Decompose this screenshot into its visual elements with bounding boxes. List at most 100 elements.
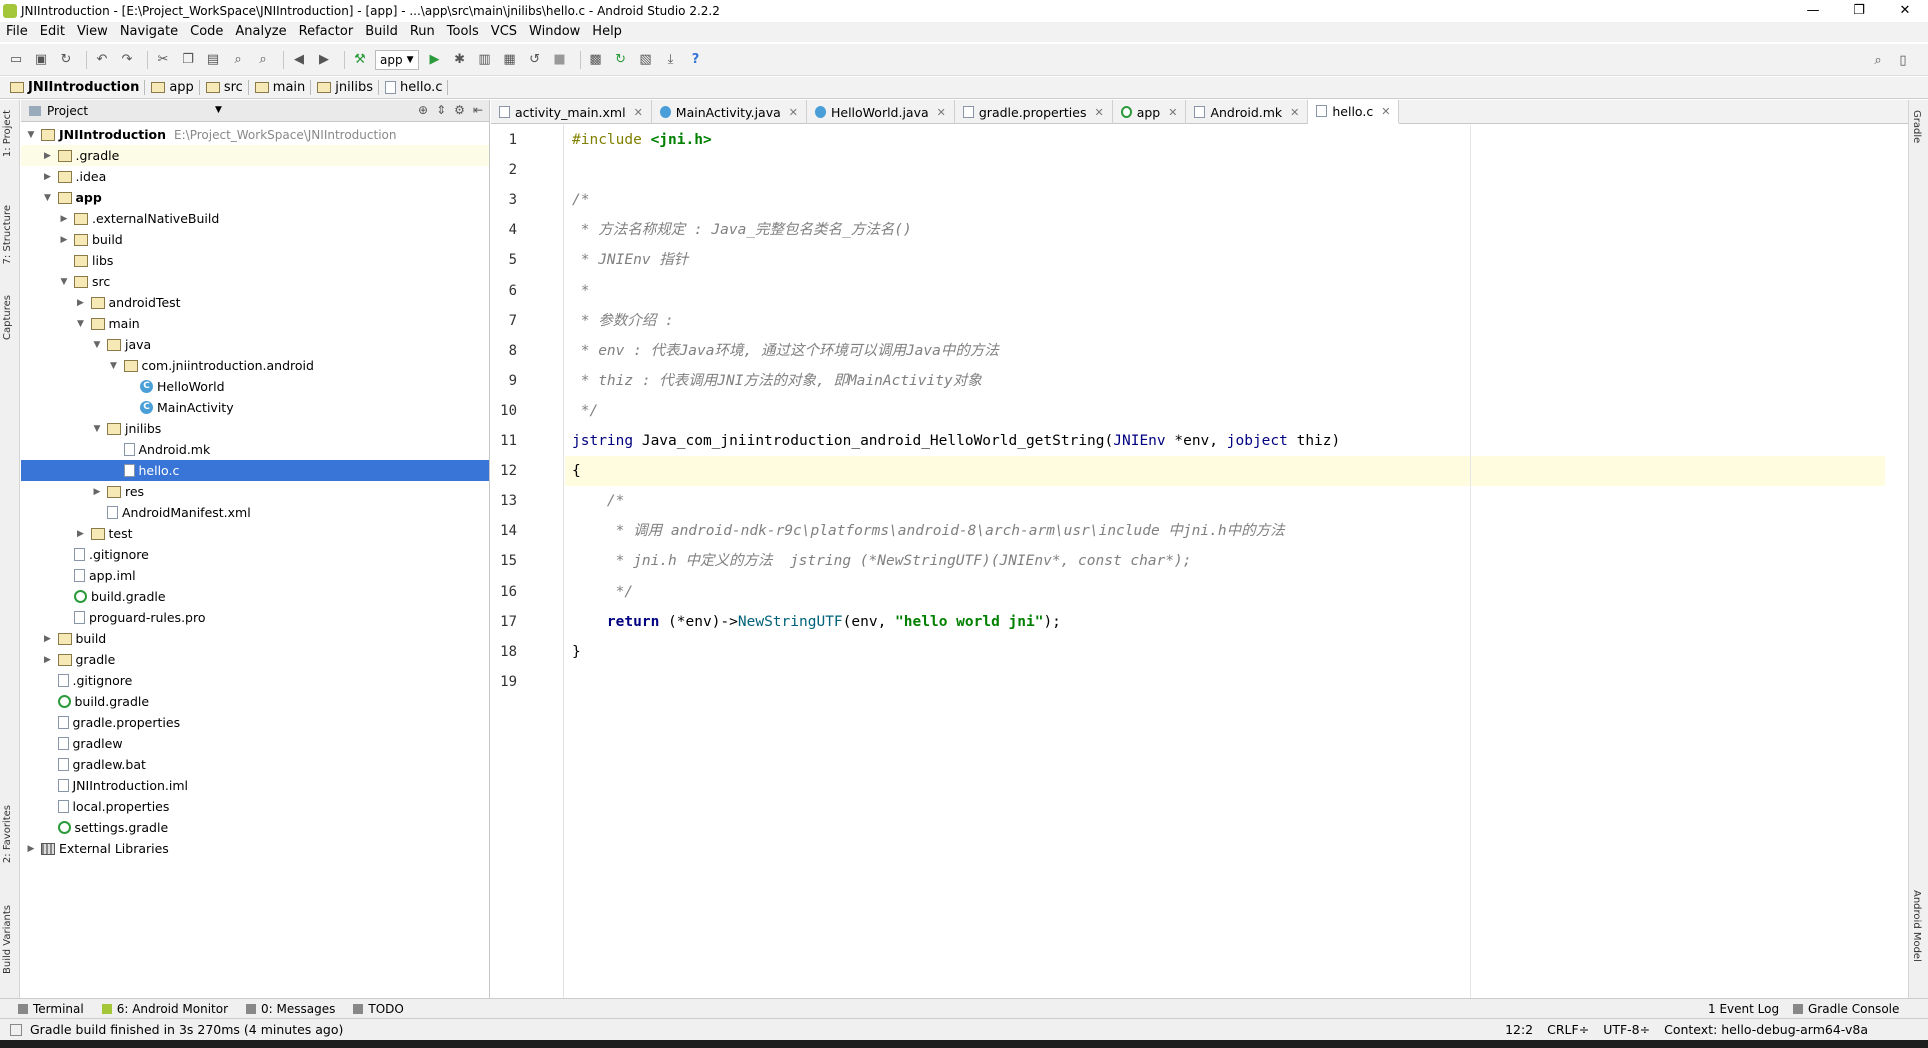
code-line[interactable]: * thiz : 代表调用JNI方法的对象, 即MainActivity对象 — [565, 366, 982, 396]
hide-panel-icon[interactable]: ⇤ — [473, 103, 483, 117]
tree-item[interactable]: ▶ .gradle — [21, 145, 489, 166]
tree-item[interactable]: ▶ androidTest — [21, 292, 489, 313]
file-encoding[interactable]: UTF-8÷ — [1603, 1022, 1650, 1037]
tree-item[interactable]: ▶ .externalNativeBuild — [21, 208, 489, 229]
tool-tab-build-variants[interactable]: Build Variants — [2, 905, 13, 974]
close-tab-icon[interactable]: ✕ — [1168, 106, 1177, 119]
tool-tab-todo[interactable]: TODO — [353, 1002, 404, 1016]
code-line[interactable]: * env : 代表Java环境, 通过这个环境可以调用Java中的方法 — [565, 336, 999, 366]
tree-item[interactable]: gradlew.bat — [21, 754, 489, 775]
menu-code[interactable]: Code — [184, 22, 229, 42]
close-tab-icon[interactable]: ✕ — [1094, 106, 1103, 119]
expanded-arrow-icon[interactable]: ▼ — [25, 130, 37, 140]
close-tab-icon[interactable]: ✕ — [1290, 106, 1299, 119]
collapsed-arrow-icon[interactable]: ▶ — [75, 529, 87, 539]
breadcrumb-item[interactable]: JNIIntroduction — [8, 80, 146, 95]
avd-manager-icon[interactable]: ▩ — [586, 50, 606, 70]
tree-item[interactable]: local.properties — [21, 796, 489, 817]
scroll-from-source-icon[interactable]: ⊕ — [418, 103, 428, 117]
tree-item[interactable]: ▶ .idea — [21, 166, 489, 187]
chevron-down-icon[interactable]: ▼ — [215, 105, 222, 115]
collapsed-arrow-icon[interactable]: ▶ — [42, 655, 54, 665]
tool-tab-messages[interactable]: 0: Messages — [246, 1002, 335, 1016]
tree-item[interactable]: .gitignore — [21, 670, 489, 691]
caret-position[interactable]: 12:2 — [1505, 1022, 1533, 1037]
tree-item[interactable]: build.gradle — [21, 586, 489, 607]
undo-icon[interactable]: ↶ — [92, 50, 112, 70]
editor-tab[interactable]: HelloWorld.java ✕ — [807, 100, 955, 124]
project-structure-icon[interactable]: ▧ — [636, 50, 656, 70]
menu-analyze[interactable]: Analyze — [229, 22, 292, 42]
apply-changes-icon[interactable]: ↺ — [525, 50, 545, 70]
editor-tab[interactable]: activity_main.xml ✕ — [491, 100, 652, 124]
code-line[interactable]: * 调用 android-ndk-r9c\platforms\android-8… — [565, 516, 1285, 546]
open-folder-icon[interactable]: ▭ — [6, 50, 26, 70]
editor-tab[interactable]: gradle.properties ✕ — [955, 100, 1113, 124]
code-line[interactable]: * jni.h 中定义的方法 jstring (*NewStringUTF)(J… — [565, 546, 1192, 576]
collapsed-arrow-icon[interactable]: ▶ — [91, 487, 103, 497]
tree-item[interactable]: ▶ build — [21, 628, 489, 649]
tree-item[interactable]: ▶ res — [21, 481, 489, 502]
code-line[interactable]: */ — [565, 396, 598, 426]
expanded-arrow-icon[interactable]: ▼ — [75, 319, 87, 329]
close-tab-icon[interactable]: ✕ — [937, 106, 946, 119]
profile-icon[interactable]: ▦ — [500, 50, 520, 70]
menu-tools[interactable]: Tools — [441, 22, 485, 42]
breadcrumb-item[interactable]: hello.c — [383, 80, 449, 95]
tree-item[interactable]: ▼ main — [21, 313, 489, 334]
run-icon[interactable]: ▶ — [425, 50, 445, 70]
find-icon[interactable]: ⌕ — [228, 50, 248, 70]
editor-tab[interactable]: hello.c ✕ — [1308, 100, 1400, 124]
menu-help[interactable]: Help — [586, 22, 628, 42]
expanded-arrow-icon[interactable]: ▼ — [42, 193, 54, 203]
back-icon[interactable]: ◀ — [289, 50, 309, 70]
tree-item[interactable]: libs — [21, 250, 489, 271]
code-line[interactable]: return (*env)->NewStringUTF(env, "hello … — [565, 607, 1061, 637]
line-separator[interactable]: CRLF÷ — [1547, 1022, 1589, 1037]
tool-windows-toggle-icon[interactable] — [10, 1024, 22, 1036]
tool-tab-android-monitor[interactable]: 6: Android Monitor — [101, 1002, 228, 1016]
tool-tab-structure[interactable]: 7: Structure — [2, 205, 13, 264]
code-content[interactable]: #include <jni.h> /* * 方法名称规定 : Java_完整包名类… — [565, 125, 1885, 998]
tree-item[interactable]: ▼ app — [21, 187, 489, 208]
menu-navigate[interactable]: Navigate — [114, 22, 184, 42]
tree-item[interactable]: proguard-rules.pro — [21, 607, 489, 628]
code-line[interactable]: /* — [565, 486, 624, 516]
breadcrumb-item[interactable]: main — [253, 80, 312, 95]
tool-tab-captures[interactable]: Captures — [2, 295, 13, 340]
tree-item[interactable]: hello.c — [21, 460, 489, 481]
menu-view[interactable]: View — [71, 22, 114, 42]
replace-icon[interactable]: ⌕ — [253, 50, 273, 70]
code-line[interactable] — [565, 155, 572, 185]
tree-item[interactable]: C HelloWorld — [21, 376, 489, 397]
sync-icon[interactable]: ↻ — [56, 50, 76, 70]
tool-tab-event-log[interactable]: 1 Event Log — [1708, 1002, 1779, 1016]
expanded-arrow-icon[interactable]: ▼ — [58, 277, 70, 287]
code-line[interactable]: * JNIEnv 指针 — [565, 245, 689, 275]
tree-item[interactable]: ▶ gradle — [21, 649, 489, 670]
menu-window[interactable]: Window — [523, 22, 586, 42]
expanded-arrow-icon[interactable]: ▼ — [91, 340, 103, 350]
save-all-icon[interactable]: ▣ — [31, 50, 51, 70]
build-context[interactable]: Context: hello-debug-arm64-v8a — [1664, 1022, 1868, 1037]
code-line[interactable]: #include <jni.h> — [565, 125, 712, 155]
code-line[interactable]: { — [565, 456, 1885, 487]
menu-vcs[interactable]: VCS — [485, 22, 523, 42]
user-icon[interactable]: ▯ — [1893, 50, 1913, 70]
tree-item[interactable]: JNIIntroduction.iml — [21, 775, 489, 796]
tree-item[interactable]: app.iml — [21, 565, 489, 586]
tool-tab-project[interactable]: 1: Project — [2, 110, 13, 157]
collapsed-arrow-icon[interactable]: ▶ — [75, 298, 87, 308]
tree-item[interactable]: ▼ java — [21, 334, 489, 355]
editor-tab[interactable]: app ✕ — [1113, 100, 1187, 124]
breadcrumb-item[interactable]: app — [149, 80, 200, 95]
collapsed-arrow-icon[interactable]: ▶ — [42, 151, 54, 161]
paste-icon[interactable]: ▤ — [203, 50, 223, 70]
code-line[interactable]: jstring Java_com_jniintroduction_android… — [565, 426, 1340, 456]
sdk-manager-icon[interactable]: ⤓ — [661, 50, 681, 70]
code-line[interactable] — [565, 667, 572, 697]
code-editor[interactable]: 1 2 3 4 5 6 7 8 9 10 11 12 13 14 15 16 17 18 19 #include <… — [491, 125, 1908, 998]
menu-refactor[interactable]: Refactor — [293, 22, 360, 42]
tree-item[interactable]: gradlew — [21, 733, 489, 754]
forward-icon[interactable]: ▶ — [314, 50, 334, 70]
